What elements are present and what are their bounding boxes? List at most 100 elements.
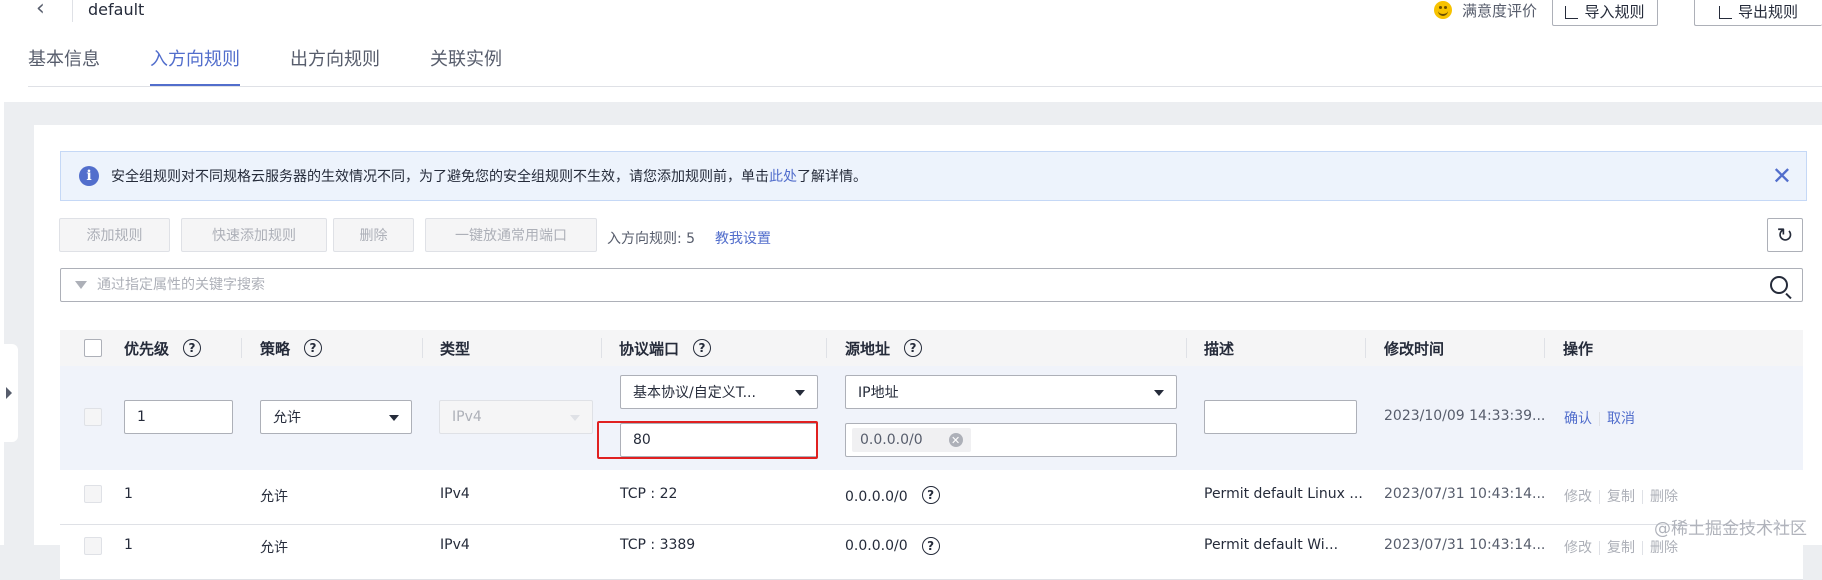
chevron-down-icon bbox=[570, 415, 580, 421]
remove-tag-icon[interactable]: ✕ bbox=[948, 433, 963, 447]
export-rules-button[interactable]: 导出规则 bbox=[1694, 0, 1822, 26]
notice-link[interactable]: 此处 bbox=[769, 166, 797, 186]
help-icon[interactable]: ? bbox=[183, 339, 202, 357]
delete-link[interactable]: 删除 bbox=[1650, 489, 1678, 505]
col-divider bbox=[826, 338, 827, 358]
close-icon[interactable]: ✕ bbox=[1772, 164, 1792, 188]
chevron-down-icon bbox=[795, 390, 805, 396]
tab-associated-instances[interactable]: 关联实例 bbox=[430, 48, 502, 86]
action-divider bbox=[1642, 541, 1643, 555]
row-modified-time: 2023/07/31 10:43:14... bbox=[1384, 537, 1546, 553]
policy-select-value: 允许 bbox=[273, 410, 301, 426]
source-address-tag-label: 0.0.0.0/0 bbox=[860, 432, 923, 448]
search-input[interactable] bbox=[95, 276, 1770, 294]
import-rules-label: 导入规则 bbox=[1584, 2, 1645, 21]
row-type: IPv4 bbox=[440, 486, 470, 502]
action-divider bbox=[1642, 490, 1643, 504]
satisfaction-label: 满意度评价 bbox=[1462, 1, 1538, 20]
source-type-select[interactable]: IP地址 bbox=[845, 375, 1177, 409]
help-icon[interactable]: ? bbox=[904, 339, 923, 357]
source-type-value: IP地址 bbox=[858, 385, 899, 401]
col-policy: 策略? bbox=[260, 330, 323, 366]
export-icon bbox=[1718, 5, 1732, 19]
quick-add-rule-button[interactable]: 快速添加规则 bbox=[181, 218, 327, 252]
policy-select[interactable]: 允许 bbox=[260, 400, 412, 434]
protocol-select-value: 基本协议/自定义T... bbox=[633, 385, 756, 401]
satisfaction-survey[interactable]: 满意度评价 bbox=[1434, 0, 1537, 20]
action-divider bbox=[1599, 490, 1600, 504]
title-divider bbox=[72, 0, 73, 22]
table-header: 优先级? 策略? 类型 协议端口? 源地址? 描述 修改时间 操作 bbox=[60, 330, 1803, 366]
row-port: TCP : 22 bbox=[620, 486, 678, 502]
back-arrow-icon[interactable]: ‹ bbox=[36, 0, 54, 20]
source-address-input[interactable]: 0.0.0.0/0 ✕ bbox=[845, 423, 1177, 457]
type-select[interactable]: IPv4 bbox=[439, 400, 593, 434]
col-divider bbox=[601, 338, 602, 358]
select-all-checkbox[interactable] bbox=[84, 339, 102, 357]
row-description: Permit default Linux ... bbox=[1204, 486, 1363, 502]
row-type: IPv4 bbox=[440, 537, 470, 553]
col-type: 类型 bbox=[440, 339, 471, 358]
description-input[interactable] bbox=[1204, 400, 1357, 434]
protocol-select[interactable]: 基本协议/自定义T... bbox=[620, 375, 818, 409]
row-source: 0.0.0.0/0? bbox=[845, 486, 940, 506]
port-highlight-box bbox=[597, 421, 818, 459]
delete-link[interactable]: 删除 bbox=[1650, 540, 1678, 556]
type-select-value: IPv4 bbox=[452, 409, 482, 425]
row-source-value: 0.0.0.0/0 bbox=[845, 538, 908, 554]
row-checkbox[interactable] bbox=[84, 537, 102, 555]
help-icon[interactable]: ? bbox=[693, 339, 712, 357]
edit-row-actions: 确认 取消 bbox=[1564, 408, 1635, 428]
col-priority: 优先级? bbox=[124, 330, 202, 366]
export-rules-label: 导出规则 bbox=[1737, 2, 1798, 21]
filter-icon bbox=[75, 281, 87, 289]
watermark: @稀土掘金技术社区 bbox=[1654, 519, 1807, 539]
help-icon[interactable]: ? bbox=[921, 537, 940, 555]
help-icon[interactable]: ? bbox=[304, 339, 323, 357]
open-common-ports-button[interactable]: 一键放通常用端口 bbox=[425, 218, 597, 252]
row-policy: 允许 bbox=[260, 489, 288, 505]
copy-link[interactable]: 复制 bbox=[1607, 540, 1635, 556]
help-icon[interactable]: ? bbox=[921, 486, 940, 504]
expand-arrow-icon bbox=[6, 387, 12, 399]
source-address-tag: 0.0.0.0/0 ✕ bbox=[852, 428, 971, 452]
page-title: default bbox=[88, 0, 145, 19]
modify-link[interactable]: 修改 bbox=[1564, 489, 1592, 505]
cancel-link[interactable]: 取消 bbox=[1607, 411, 1635, 427]
search-bar bbox=[60, 268, 1803, 302]
row-source: 0.0.0.0/0? bbox=[845, 537, 940, 555]
row-priority: 1 bbox=[124, 486, 133, 502]
add-rule-button[interactable]: 添加规则 bbox=[59, 218, 170, 252]
row-port: TCP : 3389 bbox=[620, 537, 696, 553]
sidebar-expand-handle[interactable] bbox=[0, 344, 18, 442]
import-rules-button[interactable]: 导入规则 bbox=[1552, 0, 1658, 26]
tab-inbound-rules[interactable]: 入方向规则 bbox=[150, 48, 240, 86]
priority-input[interactable]: 1 bbox=[124, 400, 233, 434]
refresh-icon[interactable]: ↻ bbox=[1767, 218, 1803, 252]
action-divider bbox=[1599, 541, 1600, 555]
col-actions: 操作 bbox=[1563, 339, 1594, 358]
rule-count: 入方向规则: 5 bbox=[607, 231, 696, 247]
tab-bar: 基本信息 入方向规则 出方向规则 关联实例 bbox=[28, 48, 552, 86]
confirm-link[interactable]: 确认 bbox=[1564, 411, 1592, 427]
row-policy: 允许 bbox=[260, 540, 288, 556]
col-modified-time: 修改时间 bbox=[1384, 339, 1445, 358]
search-icon[interactable] bbox=[1770, 276, 1788, 294]
tab-basic-info[interactable]: 基本信息 bbox=[28, 48, 100, 86]
copy-link[interactable]: 复制 bbox=[1607, 489, 1635, 505]
row-source-value: 0.0.0.0/0 bbox=[845, 489, 908, 505]
col-protocol-port-label: 协议端口 bbox=[619, 339, 680, 358]
row-actions: 修改 复制 删除 bbox=[1564, 537, 1678, 557]
row-checkbox[interactable] bbox=[84, 485, 102, 503]
row-checkbox[interactable] bbox=[84, 408, 102, 426]
tab-outbound-rules[interactable]: 出方向规则 bbox=[290, 48, 380, 86]
modify-link[interactable]: 修改 bbox=[1564, 540, 1592, 556]
delete-button[interactable]: 删除 bbox=[333, 218, 414, 252]
notice-text-after: 了解详情。 bbox=[797, 169, 867, 185]
tab-divider bbox=[28, 86, 1822, 87]
row-priority: 1 bbox=[124, 537, 133, 553]
info-icon: i bbox=[79, 166, 99, 186]
col-priority-label: 优先级 bbox=[124, 339, 170, 358]
teach-me-link[interactable]: 教我设置 bbox=[715, 228, 771, 248]
col-divider bbox=[1544, 338, 1545, 358]
